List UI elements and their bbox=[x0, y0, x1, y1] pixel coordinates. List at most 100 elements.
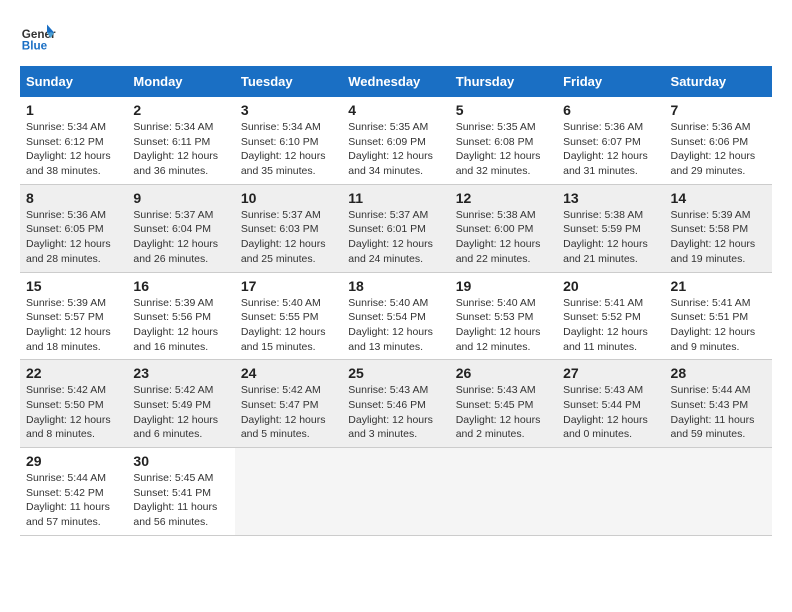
svg-text:Blue: Blue bbox=[22, 40, 48, 53]
calendar-cell: 26 Sunrise: 5:43 AMSunset: 5:45 PMDayligh… bbox=[450, 360, 557, 448]
day-details: Sunrise: 5:43 AMSunset: 5:46 PMDaylight:… bbox=[348, 383, 443, 442]
col-header-thursday: Thursday bbox=[450, 66, 557, 97]
day-number: 18 bbox=[348, 278, 443, 294]
day-number: 16 bbox=[133, 278, 228, 294]
col-header-monday: Monday bbox=[127, 66, 234, 97]
day-details: Sunrise: 5:36 AMSunset: 6:07 PMDaylight:… bbox=[563, 120, 658, 179]
calendar-cell: 21Sunrise: 5:41 AMSunset: 5:51 PMDayligh… bbox=[665, 272, 772, 360]
calendar-cell: 28 Sunrise: 5:44 AMSunset: 5:43 PMDayligh… bbox=[665, 360, 772, 448]
day-details: Sunrise: 5:37 AMSunset: 6:04 PMDaylight:… bbox=[133, 208, 228, 267]
calendar-cell: 22 Sunrise: 5:42 AMSunset: 5:50 PMDayligh… bbox=[20, 360, 127, 448]
calendar-cell: 20 Sunrise: 5:41 AMSunset: 5:52 PMDayligh… bbox=[557, 272, 664, 360]
calendar-week-row: 15 Sunrise: 5:39 AMSunset: 5:57 PMDayligh… bbox=[20, 272, 772, 360]
calendar-week-row: 22 Sunrise: 5:42 AMSunset: 5:50 PMDayligh… bbox=[20, 360, 772, 448]
day-number: 3 bbox=[241, 102, 336, 118]
col-header-tuesday: Tuesday bbox=[235, 66, 342, 97]
calendar-cell: 5 Sunrise: 5:35 AMSunset: 6:08 PMDaylight… bbox=[450, 97, 557, 184]
day-number: 4 bbox=[348, 102, 443, 118]
calendar-cell: 1Sunrise: 5:34 AMSunset: 6:12 PMDaylight… bbox=[20, 97, 127, 184]
page-header: General Blue bbox=[20, 20, 772, 56]
day-number: 30 bbox=[133, 453, 228, 469]
day-details: Sunrise: 5:41 AMSunset: 5:52 PMDaylight:… bbox=[563, 296, 658, 355]
day-details: Sunrise: 5:36 AMSunset: 6:05 PMDaylight:… bbox=[26, 208, 121, 267]
calendar-cell: 23 Sunrise: 5:42 AMSunset: 5:49 PMDayligh… bbox=[127, 360, 234, 448]
day-number: 25 bbox=[348, 365, 443, 381]
calendar-cell: 19 Sunrise: 5:40 AMSunset: 5:53 PMDayligh… bbox=[450, 272, 557, 360]
day-details: Sunrise: 5:44 AMSunset: 5:43 PMDaylight:… bbox=[671, 383, 766, 442]
calendar-table: SundayMondayTuesdayWednesdayThursdayFrid… bbox=[20, 66, 772, 536]
day-number: 24 bbox=[241, 365, 336, 381]
calendar-cell: 4 Sunrise: 5:35 AMSunset: 6:09 PMDaylight… bbox=[342, 97, 449, 184]
day-details: Sunrise: 5:41 AMSunset: 5:51 PMDaylight:… bbox=[671, 296, 766, 355]
day-details: Sunrise: 5:42 AMSunset: 5:47 PMDaylight:… bbox=[241, 383, 336, 442]
calendar-cell: 16 Sunrise: 5:39 AMSunset: 5:56 PMDayligh… bbox=[127, 272, 234, 360]
day-number: 17 bbox=[241, 278, 336, 294]
day-number: 27 bbox=[563, 365, 658, 381]
calendar-cell: 2 Sunrise: 5:34 AMSunset: 6:11 PMDaylight… bbox=[127, 97, 234, 184]
day-details: Sunrise: 5:45 AMSunset: 5:41 PMDaylight:… bbox=[133, 471, 228, 530]
calendar-cell bbox=[235, 448, 342, 536]
day-number: 28 bbox=[671, 365, 766, 381]
day-number: 23 bbox=[133, 365, 228, 381]
day-number: 9 bbox=[133, 190, 228, 206]
day-details: Sunrise: 5:40 AMSunset: 5:54 PMDaylight:… bbox=[348, 296, 443, 355]
logo-icon: General Blue bbox=[20, 20, 56, 56]
day-number: 13 bbox=[563, 190, 658, 206]
day-details: Sunrise: 5:34 AMSunset: 6:10 PMDaylight:… bbox=[241, 120, 336, 179]
day-number: 22 bbox=[26, 365, 121, 381]
day-details: Sunrise: 5:40 AMSunset: 5:55 PMDaylight:… bbox=[241, 296, 336, 355]
day-details: Sunrise: 5:36 AMSunset: 6:06 PMDaylight:… bbox=[671, 120, 766, 179]
calendar-cell: 11 Sunrise: 5:37 AMSunset: 6:01 PMDayligh… bbox=[342, 184, 449, 272]
calendar-week-row: 1Sunrise: 5:34 AMSunset: 6:12 PMDaylight… bbox=[20, 97, 772, 184]
day-number: 11 bbox=[348, 190, 443, 206]
day-details: Sunrise: 5:39 AMSunset: 5:58 PMDaylight:… bbox=[671, 208, 766, 267]
col-header-wednesday: Wednesday bbox=[342, 66, 449, 97]
day-details: Sunrise: 5:37 AMSunset: 6:01 PMDaylight:… bbox=[348, 208, 443, 267]
calendar-cell: 17 Sunrise: 5:40 AMSunset: 5:55 PMDayligh… bbox=[235, 272, 342, 360]
calendar-cell: 27 Sunrise: 5:43 AMSunset: 5:44 PMDayligh… bbox=[557, 360, 664, 448]
calendar-cell: 7 Sunrise: 5:36 AMSunset: 6:06 PMDaylight… bbox=[665, 97, 772, 184]
day-details: Sunrise: 5:43 AMSunset: 5:44 PMDaylight:… bbox=[563, 383, 658, 442]
calendar-cell: 10Sunrise: 5:37 AMSunset: 6:03 PMDayligh… bbox=[235, 184, 342, 272]
day-details: Sunrise: 5:39 AMSunset: 5:57 PMDaylight:… bbox=[26, 296, 121, 355]
calendar-cell: 14Sunrise: 5:39 AMSunset: 5:58 PMDayligh… bbox=[665, 184, 772, 272]
day-number: 12 bbox=[456, 190, 551, 206]
day-details: Sunrise: 5:35 AMSunset: 6:09 PMDaylight:… bbox=[348, 120, 443, 179]
calendar-week-row: 29Sunrise: 5:44 AMSunset: 5:42 PMDayligh… bbox=[20, 448, 772, 536]
calendar-cell: 6 Sunrise: 5:36 AMSunset: 6:07 PMDaylight… bbox=[557, 97, 664, 184]
calendar-cell bbox=[342, 448, 449, 536]
day-number: 5 bbox=[456, 102, 551, 118]
calendar-cell bbox=[450, 448, 557, 536]
day-number: 20 bbox=[563, 278, 658, 294]
calendar-cell: 15 Sunrise: 5:39 AMSunset: 5:57 PMDayligh… bbox=[20, 272, 127, 360]
day-details: Sunrise: 5:39 AMSunset: 5:56 PMDaylight:… bbox=[133, 296, 228, 355]
day-number: 26 bbox=[456, 365, 551, 381]
calendar-cell: 29Sunrise: 5:44 AMSunset: 5:42 PMDayligh… bbox=[20, 448, 127, 536]
day-details: Sunrise: 5:43 AMSunset: 5:45 PMDaylight:… bbox=[456, 383, 551, 442]
calendar-cell: 30 Sunrise: 5:45 AMSunset: 5:41 PMDayligh… bbox=[127, 448, 234, 536]
calendar-cell: 18 Sunrise: 5:40 AMSunset: 5:54 PMDayligh… bbox=[342, 272, 449, 360]
day-number: 1 bbox=[26, 102, 121, 118]
calendar-cell: 13Sunrise: 5:38 AMSunset: 5:59 PMDayligh… bbox=[557, 184, 664, 272]
day-number: 10 bbox=[241, 190, 336, 206]
day-number: 15 bbox=[26, 278, 121, 294]
calendar-cell: 24 Sunrise: 5:42 AMSunset: 5:47 PMDayligh… bbox=[235, 360, 342, 448]
day-number: 19 bbox=[456, 278, 551, 294]
day-details: Sunrise: 5:35 AMSunset: 6:08 PMDaylight:… bbox=[456, 120, 551, 179]
calendar-cell: 9 Sunrise: 5:37 AMSunset: 6:04 PMDaylight… bbox=[127, 184, 234, 272]
calendar-cell: 3 Sunrise: 5:34 AMSunset: 6:10 PMDaylight… bbox=[235, 97, 342, 184]
day-number: 2 bbox=[133, 102, 228, 118]
day-details: Sunrise: 5:40 AMSunset: 5:53 PMDaylight:… bbox=[456, 296, 551, 355]
col-header-friday: Friday bbox=[557, 66, 664, 97]
day-details: Sunrise: 5:42 AMSunset: 5:50 PMDaylight:… bbox=[26, 383, 121, 442]
col-header-saturday: Saturday bbox=[665, 66, 772, 97]
day-details: Sunrise: 5:38 AMSunset: 6:00 PMDaylight:… bbox=[456, 208, 551, 267]
calendar-week-row: 8Sunrise: 5:36 AMSunset: 6:05 PMDaylight… bbox=[20, 184, 772, 272]
day-details: Sunrise: 5:42 AMSunset: 5:49 PMDaylight:… bbox=[133, 383, 228, 442]
day-number: 7 bbox=[671, 102, 766, 118]
day-number: 29 bbox=[26, 453, 121, 469]
calendar-cell bbox=[557, 448, 664, 536]
day-number: 6 bbox=[563, 102, 658, 118]
col-header-sunday: Sunday bbox=[20, 66, 127, 97]
day-details: Sunrise: 5:34 AMSunset: 6:11 PMDaylight:… bbox=[133, 120, 228, 179]
